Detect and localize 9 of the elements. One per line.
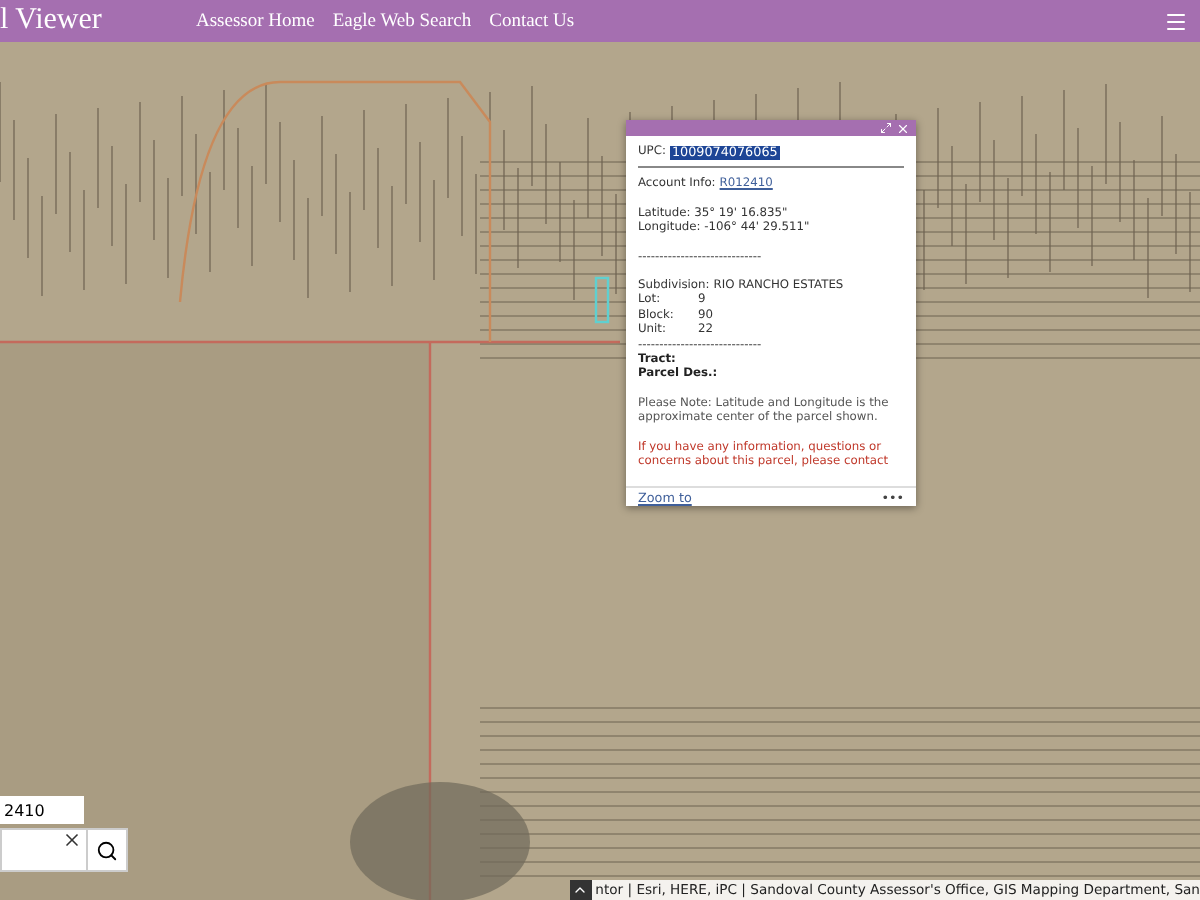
nav-link[interactable]: Assessor Home <box>196 11 315 31</box>
expand-button[interactable] <box>570 880 592 900</box>
search-result-field[interactable]: 2410 <box>0 796 84 824</box>
menu-icon[interactable] <box>1164 9 1188 33</box>
chevron-up-icon <box>572 882 589 898</box>
nav-link[interactable]: Eagle Web Search <box>332 11 472 31</box>
app-title: l Viewer <box>0 4 104 38</box>
nav-link[interactable]: Contact Us <box>489 11 575 31</box>
close-icon[interactable] <box>896 121 910 135</box>
